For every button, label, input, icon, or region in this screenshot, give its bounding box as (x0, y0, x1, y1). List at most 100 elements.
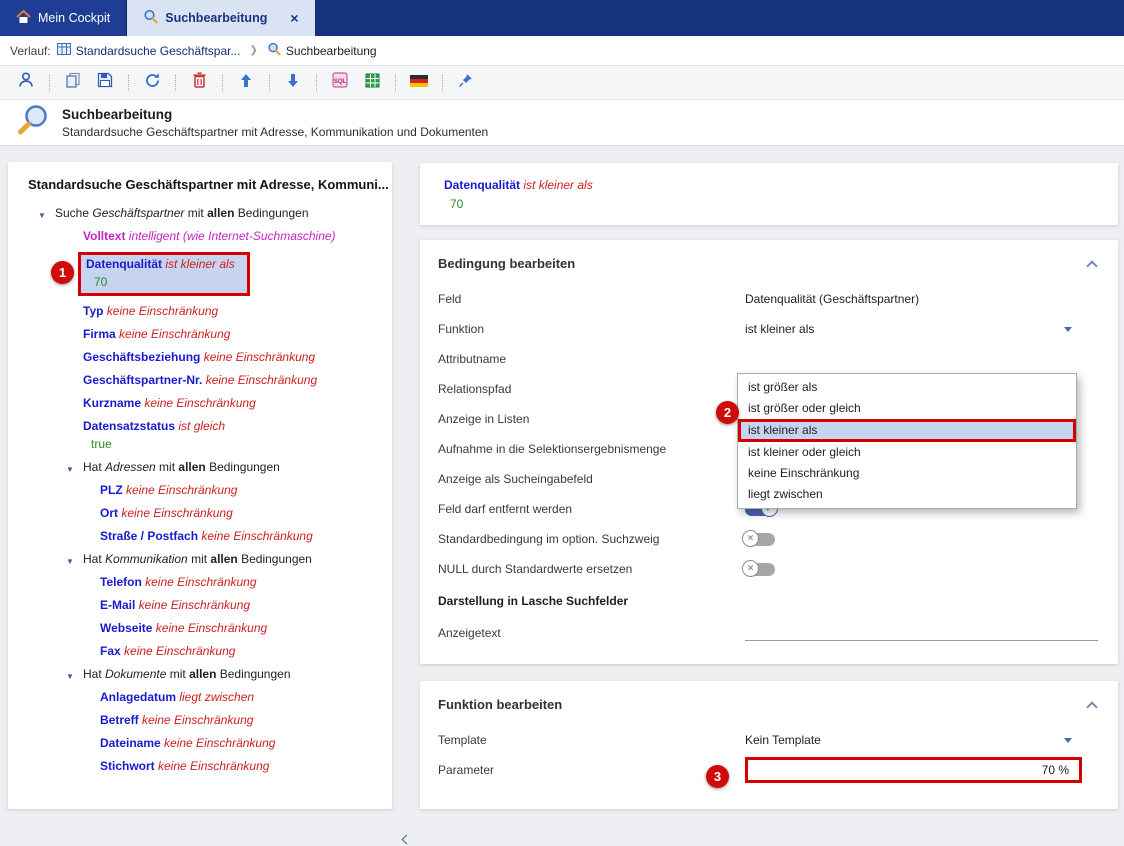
spreadsheet-icon (365, 73, 380, 93)
tree-node[interactable]: PLZ keine Einschränkung (8, 483, 392, 498)
tree-node[interactable]: ▼Hat Kommunikation mit allen Bedingungen (8, 552, 392, 567)
condition-card-title: Bedingung bearbeiten (438, 256, 575, 271)
toolbar: SQL (0, 66, 1124, 100)
tree-node[interactable]: Anlagedatum liegt zwischen (8, 690, 392, 705)
toolbar-separator (269, 75, 270, 91)
dropdown-option[interactable]: keine Einschränkung (738, 463, 1076, 484)
page-header: Suchbearbeitung Standardsuche Geschäftsp… (0, 100, 1124, 146)
template-select[interactable]: Kein Template (745, 733, 1098, 747)
tree-expander-icon[interactable]: ▼ (66, 554, 74, 569)
funktion-select[interactable]: ist kleiner als (745, 322, 1098, 336)
tree-node[interactable]: E-Mail keine Einschränkung (8, 598, 392, 613)
parameter-input[interactable]: 70 % (745, 757, 1082, 783)
tree-node[interactable]: Stichwort keine Einschränkung (8, 759, 392, 774)
dropdown-option[interactable]: ist größer oder gleich (738, 398, 1076, 419)
field-label: Feld (438, 292, 745, 306)
form-row: FeldDatenqualität (Geschäftspartner) (438, 284, 1098, 314)
toggle-switch-off[interactable]: × (745, 563, 775, 576)
arrow-down-icon (287, 73, 299, 93)
form-row: Attributname (438, 344, 1098, 374)
tree-node[interactable]: ▼Hat Dokumente mit allen Bedingungen (8, 667, 392, 682)
toolbar-separator (395, 75, 396, 91)
svg-text:SQL: SQL (334, 79, 347, 85)
tab-label: Mein Cockpit (38, 11, 110, 25)
field-value: Datenqualität (Geschäftspartner) (745, 292, 919, 306)
tree-node[interactable]: Kurzname keine Einschränkung (8, 396, 392, 411)
anzeigetext-input[interactable] (745, 625, 1098, 641)
toggle-switch-off[interactable]: × (745, 533, 775, 546)
delete-button[interactable] (186, 70, 212, 96)
toolbar-separator (49, 75, 50, 91)
dropdown-caret-icon (1064, 327, 1072, 332)
breadcrumb-item-suchbearbeitung[interactable]: Suchbearbeitung (267, 42, 377, 59)
tree-node[interactable]: Straße / Postfach keine Einschränkung (8, 529, 392, 544)
user-button[interactable] (13, 70, 39, 96)
chevron-left-icon (401, 834, 411, 844)
breadcrumb-item-standardsuche[interactable]: Standardsuche Geschäftspar... (57, 43, 241, 58)
field-label: Standardbedingung im option. Suchzweig (438, 532, 745, 546)
tree-node[interactable]: ▼Hat Adressen mit allen Bedingungen (8, 460, 392, 475)
tree-node[interactable]: Dateiname keine Einschränkung (8, 736, 392, 751)
search-icon (267, 42, 281, 59)
form-row: NULL durch Standardwerte ersetzen× (438, 554, 1098, 584)
tree-node[interactable]: Datensatzstatus ist gleichtrue (8, 419, 392, 452)
field-label: Parameter (438, 763, 745, 777)
tree-node[interactable]: Volltext intelligent (wie Internet-Suchm… (8, 229, 392, 244)
tab-mein-cockpit[interactable]: Mein Cockpit (0, 0, 127, 36)
tree-node[interactable]: Fax keine Einschränkung (8, 644, 392, 659)
tree-expander-icon[interactable]: ▼ (38, 208, 46, 223)
breadcrumb-prefix: Verlauf: (10, 44, 51, 58)
cross-icon: × (742, 560, 759, 577)
field-label: Feld darf entfernt werden (438, 502, 745, 516)
tree-expander-icon[interactable]: ▼ (66, 669, 74, 684)
tree-node-selected[interactable]: Datenqualität ist kleiner als70 (78, 252, 250, 296)
toolbar-separator (442, 75, 443, 91)
language-button[interactable] (406, 70, 432, 96)
pin-button[interactable] (453, 70, 479, 96)
tree-node[interactable]: Ort keine Einschränkung (8, 506, 392, 521)
tree-expander-icon[interactable]: ▼ (66, 462, 74, 477)
collapse-chevron-icon[interactable] (1086, 701, 1097, 712)
sql-export-button[interactable]: SQL (327, 70, 353, 96)
tree-node[interactable]: Betreff keine Einschränkung (8, 713, 392, 728)
panel-collapse-handle[interactable] (399, 832, 413, 846)
tree-node[interactable]: Telefon keine Einschränkung (8, 575, 392, 590)
save-button[interactable] (92, 70, 118, 96)
tab-suchbearbeitung[interactable]: Suchbearbeitung × (127, 0, 314, 36)
dropdown-option-selected[interactable]: ist kleiner als (738, 419, 1076, 442)
cross-icon: × (742, 530, 759, 547)
dropdown-option[interactable]: ist kleiner oder gleich (738, 442, 1076, 463)
collapse-chevron-icon[interactable] (1086, 260, 1097, 271)
tree-node[interactable]: Firma keine Einschränkung (8, 327, 392, 342)
dropdown-option[interactable]: ist größer als (738, 377, 1076, 398)
summary-field: Datenqualität (444, 178, 520, 192)
tree-node[interactable]: Geschäftsbeziehung keine Einschränkung (8, 350, 392, 365)
annotation-badge-2: 2 (716, 401, 739, 424)
field-label: Anzeige in Listen (438, 412, 745, 426)
tree-node[interactable]: ▼Suche Geschäftspartner mit allen Beding… (8, 206, 392, 221)
tree-node[interactable]: Typ keine Einschränkung (8, 304, 392, 319)
move-down-button[interactable] (280, 70, 306, 96)
arrow-up-icon (240, 73, 252, 93)
spreadsheet-export-button[interactable] (359, 70, 385, 96)
toolbar-separator (222, 75, 223, 91)
sql-icon: SQL (332, 72, 348, 93)
refresh-button[interactable] (139, 70, 165, 96)
move-up-button[interactable] (233, 70, 259, 96)
tab-bar: Mein Cockpit Suchbearbeitung × (0, 0, 1124, 36)
breadcrumb: Verlauf: Standardsuche Geschäftspar... ❯… (0, 36, 1124, 66)
function-card-title: Funktion bearbeiten (438, 697, 562, 712)
toolbar-separator (128, 75, 129, 91)
copy-icon (65, 72, 81, 93)
field-label: Attributname (438, 352, 745, 366)
tree-node[interactable]: Webseite keine Einschränkung (8, 621, 392, 636)
tree-node[interactable]: Geschäftspartner-Nr. keine Einschränkung (8, 373, 392, 388)
dropdown-caret-icon (1064, 738, 1072, 743)
condition-tree: ▼Suche Geschäftspartner mit allen Beding… (8, 206, 392, 774)
field-label: Template (438, 733, 745, 747)
save-icon (97, 72, 113, 93)
annotation-badge-1: 1 (51, 261, 74, 284)
close-tab-icon[interactable]: × (290, 10, 298, 26)
dropdown-option[interactable]: liegt zwischen (738, 484, 1076, 505)
copy-button[interactable] (60, 70, 86, 96)
